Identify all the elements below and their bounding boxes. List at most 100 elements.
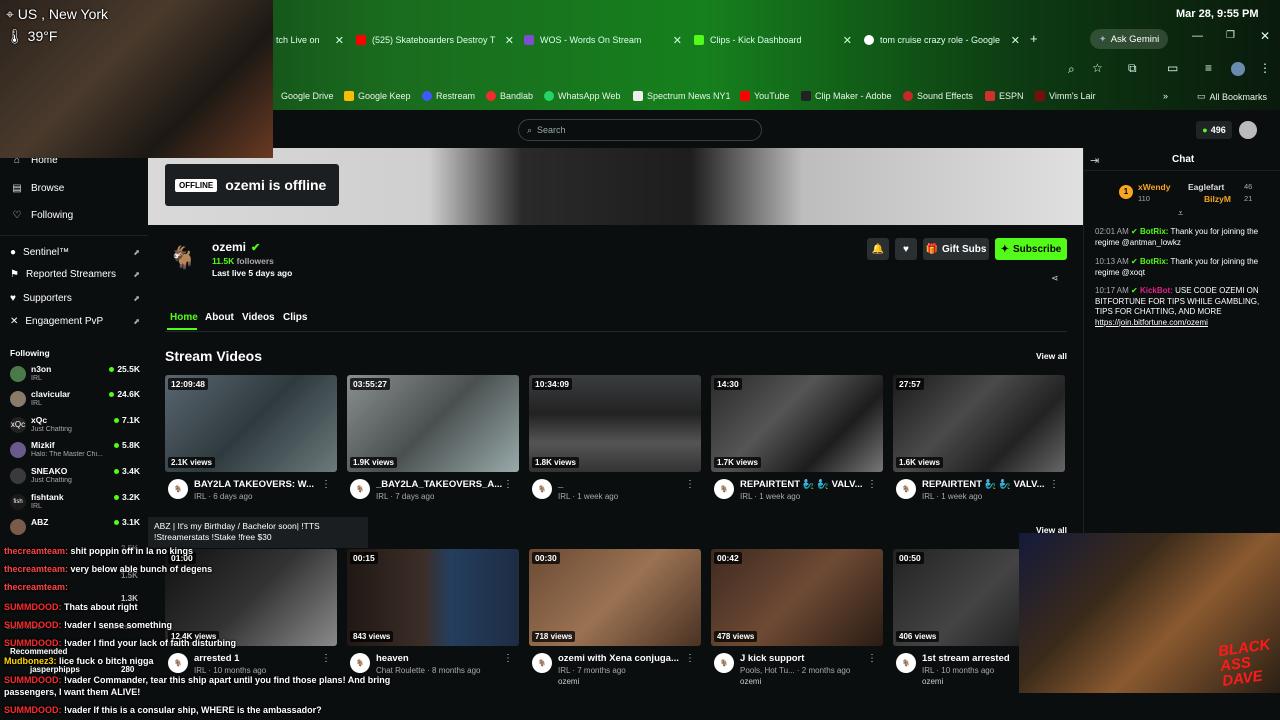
sidebar-item-sentinel[interactable]: ● Sentinel™ ⬈: [10, 247, 140, 258]
bookmark-spectrum[interactable]: Spectrum News NY1: [633, 91, 731, 101]
video-card[interactable]: 10:34:09 1.8K views 🐐 _ IRL · 1 week ago…: [529, 375, 701, 505]
bookmark-sound-effects[interactable]: Sound Effects: [903, 91, 973, 101]
clip-card[interactable]: 00:42 478 views 🐐 J kick support Pools, …: [711, 549, 883, 689]
close-icon[interactable]: ✕: [843, 34, 852, 47]
window-close-button[interactable]: ✕: [1260, 29, 1270, 43]
user-avatar[interactable]: [1239, 121, 1257, 139]
cast-icon[interactable]: ▭: [1167, 61, 1178, 75]
bookmark-whatsapp[interactable]: WhatsApp Web: [544, 91, 620, 101]
channel-avatar: 🐐: [350, 479, 370, 499]
more-options-icon[interactable]: ⋮: [685, 653, 695, 664]
sidebar-item-supporters[interactable]: ♥ Supporters ⬈: [10, 293, 140, 304]
kicks-balance[interactable]: ● 496: [1196, 121, 1232, 139]
bookmark-restream[interactable]: Restream: [422, 91, 475, 101]
tab-wos[interactable]: WOS - Words On Stream ✕: [518, 28, 686, 52]
live-dot-icon: [114, 443, 120, 449]
more-options-icon[interactable]: ⋮: [503, 653, 513, 664]
extensions-icon[interactable]: ⧉: [1128, 61, 1137, 76]
top-gifter[interactable]: xWendy: [1138, 182, 1170, 192]
bookmark-vimms-lair[interactable]: Vimm's Lair: [1035, 91, 1096, 101]
close-icon[interactable]: ✕: [505, 34, 514, 47]
share-icon[interactable]: ⋖: [1051, 273, 1059, 284]
all-bookmarks[interactable]: ▭ All Bookmarks: [1197, 91, 1267, 102]
more-options-icon[interactable]: ⋮: [321, 479, 331, 490]
followed-channel[interactable]: SNEAKO Just Chatting 3.4K: [10, 466, 140, 490]
ask-gemini-button[interactable]: ✦ Ask Gemini: [1090, 29, 1168, 49]
followed-channel[interactable]: xQc xQc Just Chatting 7.1K: [10, 415, 140, 439]
follower-count: 11.5K: [212, 256, 235, 266]
tab-clips[interactable]: Clips: [283, 312, 307, 323]
active-tab-indicator: [167, 328, 197, 330]
bookmark-clip-maker[interactable]: Clip Maker - Adobe: [801, 91, 892, 101]
video-card[interactable]: 12:09:48 2.1K views 🐐 BAY2LA TAKEOVERS: …: [165, 375, 337, 505]
more-options-icon[interactable]: ⋮: [503, 479, 513, 490]
chat-link[interactable]: https://join.bitfortune.com/ozemi: [1095, 318, 1208, 327]
address-bar[interactable]: ⌕ ☆ ⧉ ▭ ≡ ⋮: [275, 58, 1280, 82]
profile-avatar[interactable]: [1231, 62, 1245, 76]
tab-kick[interactable]: tch Live on ✕: [270, 28, 348, 52]
google-icon: [864, 35, 874, 45]
view-all-link[interactable]: View all: [1036, 351, 1067, 361]
followed-channel[interactable]: fish fishtank IRL 3.2K: [10, 492, 140, 516]
top-gifter[interactable]: BilzyM: [1204, 194, 1231, 204]
channel-name: ozemi: [212, 240, 247, 254]
more-bookmarks-icon[interactable]: »: [1163, 91, 1168, 101]
sidebar-item-following[interactable]: ♡ Following: [12, 210, 74, 221]
collapse-chat-icon[interactable]: ⇥: [1090, 154, 1099, 167]
more-options-icon[interactable]: ⋮: [867, 479, 877, 490]
channel-avatar[interactable]: 🐐: [165, 240, 201, 276]
chat-message: 10:17 AM ✔ KickBot: USE CODE OZEMI ON BI…: [1095, 286, 1260, 327]
followed-channel[interactable]: n3on IRL 25.5K: [10, 364, 140, 388]
tab-about[interactable]: About: [205, 312, 234, 323]
more-options-icon[interactable]: ⋮: [1049, 479, 1059, 490]
minimize-button[interactable]: —: [1192, 30, 1203, 42]
more-options-icon[interactable]: ⋮: [685, 479, 695, 490]
tab-kick-dashboard[interactable]: Clips - Kick Dashboard ✕: [688, 28, 856, 52]
pin-icon[interactable]: ⩡: [1178, 208, 1183, 219]
swords-icon: ✕: [10, 316, 19, 327]
channel-avatar: 🐐: [896, 653, 916, 673]
gift-subs-button[interactable]: 🎁 Gift Subs: [923, 238, 989, 260]
close-icon[interactable]: ✕: [1011, 34, 1020, 47]
zoom-icon[interactable]: ⌕: [1068, 62, 1075, 77]
tab-google[interactable]: tom cruise crazy role - Google ✕: [858, 28, 1024, 52]
subscribe-button[interactable]: ✦ Subscribe: [995, 238, 1067, 260]
external-link-icon: ⬈: [133, 270, 140, 279]
followed-channel[interactable]: Mizkif Halo: The Master Chi... 5.8K: [10, 440, 140, 464]
sidebar-item-browse[interactable]: ▤ Browse: [12, 183, 64, 194]
top-gifter[interactable]: Eaglefart: [1188, 182, 1224, 192]
tab-home[interactable]: Home: [170, 312, 198, 323]
close-icon[interactable]: ✕: [335, 34, 344, 47]
maximize-button[interactable]: ❐: [1226, 30, 1235, 41]
overlay-chat-line: thecreamteam:: [4, 582, 69, 592]
sidebar-item-engagement[interactable]: ✕ Engagement PvP ⬈: [10, 316, 140, 327]
close-icon[interactable]: ✕: [673, 34, 682, 47]
tab-videos[interactable]: Videos: [242, 312, 275, 323]
bookmark-bandlab[interactable]: Bandlab: [486, 91, 533, 101]
sidebar-item-reported[interactable]: ⚑ Reported Streamers ⬈: [10, 269, 140, 280]
avatar: [10, 519, 26, 535]
video-card[interactable]: 14:30 1.7K views 🐐 REPAIRTENT 🧞‍♂️ 🧞‍♂️ …: [711, 375, 883, 505]
star-icon[interactable]: ☆: [1092, 61, 1103, 75]
search-input[interactable]: ⌕ Search: [518, 119, 762, 141]
clip-card[interactable]: 00:15 843 views 🐐 heaven Chat Roulette ·…: [347, 549, 519, 689]
bookmark-google-drive[interactable]: Google Drive: [281, 91, 334, 101]
bookmark-espn[interactable]: ESPN: [985, 91, 1024, 101]
bookmark-google-keep[interactable]: Google Keep: [344, 91, 411, 101]
followed-channel[interactable]: ABZ 3.1K: [10, 517, 140, 541]
recommended-channel[interactable]: jasperphipps: [30, 665, 80, 674]
bookmark-youtube[interactable]: YouTube: [740, 91, 789, 101]
more-options-icon[interactable]: ⋮: [867, 653, 877, 664]
video-card[interactable]: 03:55:27 1.9K views 🐐 _BAY2LA_TAKEOVERS_…: [347, 375, 519, 505]
followed-channel[interactable]: clavicular IRL 24.6K: [10, 389, 140, 413]
tab-youtube[interactable]: (525) Skateboarders Destroy T ✕: [350, 28, 518, 52]
follow-heart-button[interactable]: ♥: [895, 238, 917, 260]
menu-list-icon[interactable]: ≡: [1205, 61, 1212, 75]
video-card[interactable]: 27:57 1.6K views 🐐 REPAIRTENT 🧞‍♂️ 🧞‍♂️ …: [893, 375, 1065, 505]
more-options-icon[interactable]: ⋮: [321, 653, 331, 664]
clip-card[interactable]: 00:30 718 views 🐐 ozemi with Xena conjug…: [529, 549, 701, 689]
new-tab-button[interactable]: +: [1030, 31, 1038, 46]
kebab-menu-icon[interactable]: ⋮: [1259, 61, 1271, 75]
notification-bell-button[interactable]: 🔔: [867, 238, 889, 260]
whatsapp-icon: [544, 91, 554, 101]
